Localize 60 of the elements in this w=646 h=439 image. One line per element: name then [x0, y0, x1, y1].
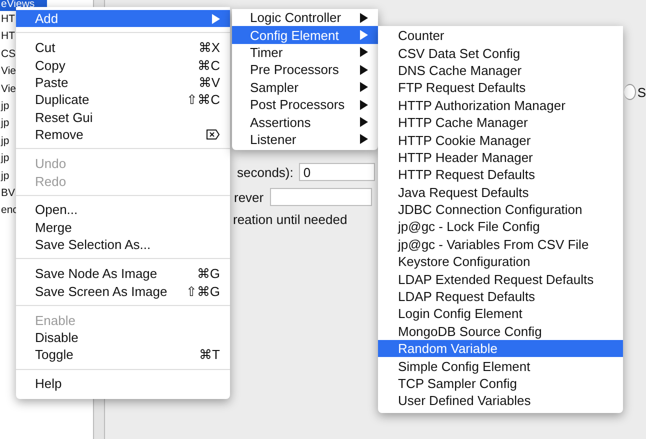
menu-item[interactable]: LDAP Extended Request Defaults [378, 270, 623, 288]
menu-item[interactable]: DNS Cache Manager [378, 62, 623, 80]
menu-item[interactable]: jp@gc - Variables From CSV File [378, 236, 623, 254]
menu-item[interactable]: Remove [16, 126, 230, 144]
menu-item[interactable]: Merge [16, 218, 230, 236]
field-label: seconds): [237, 164, 294, 180]
field-label: rever [234, 190, 264, 204]
menu-item[interactable]: Timer [232, 44, 378, 62]
menu-item[interactable]: Keystore Configuration [378, 253, 623, 270]
menu-item[interactable]: Random Variable [378, 340, 623, 358]
submenu-arrow-icon [360, 30, 368, 40]
menu-item[interactable]: Duplicate ⇧⌘C [16, 91, 230, 109]
submenu-arrow-icon [360, 12, 368, 23]
menu-item[interactable]: Post Processors [232, 96, 378, 114]
menu-item[interactable]: Save Selection As... [16, 236, 230, 254]
menu-item[interactable]: LDAP Request Defaults [378, 288, 623, 306]
menu-item[interactable]: Cut ⌘X [16, 38, 230, 56]
submenu-arrow-icon [360, 100, 368, 110]
menu-item[interactable]: HTTP Header Manager [378, 148, 623, 166]
menu-item[interactable]: Add [16, 10, 230, 28]
menu-item[interactable]: Reset Gui [16, 108, 230, 126]
submenu-arrow-icon [360, 134, 368, 144]
menu-item[interactable]: MongoDB Source Config [378, 322, 623, 340]
menu-item[interactable]: Help [16, 375, 230, 393]
menu-item[interactable]: Save Node As Image ⌘G [16, 265, 230, 282]
menu-item[interactable]: Java Request Defaults [378, 184, 623, 201]
menu-item[interactable]: HTTP Cache Manager [378, 114, 623, 132]
menu-item[interactable]: HTTP Authorization Manager [378, 96, 623, 114]
menu-item[interactable]: Disable [16, 328, 230, 346]
menu-item[interactable]: Listener [232, 130, 378, 148]
radio-label: S [637, 84, 646, 100]
menu-item[interactable]: TCP Sampler Config [378, 374, 623, 392]
menu-item[interactable]: Sampler [232, 78, 378, 96]
menu-item[interactable]: CSV Data Set Config [378, 44, 623, 62]
menu-item[interactable]: Pre Processors [232, 61, 378, 79]
submenu-arrow-icon [360, 64, 368, 75]
menu-item[interactable]: Paste ⌘V [16, 74, 230, 92]
seconds-field[interactable]: 0 [299, 163, 376, 181]
menu-item[interactable]: HTTP Request Defaults [378, 166, 623, 184]
menu-item[interactable]: Save Screen As Image ⇧⌘G [16, 282, 230, 300]
menu-item[interactable]: jp@gc - Lock File Config [378, 218, 623, 236]
loop-count-field[interactable] [270, 188, 372, 206]
radio-button[interactable] [624, 84, 636, 100]
menu-item[interactable]: Logic Controller [232, 9, 378, 26]
menu-item[interactable]: HTTP Cookie Manager [378, 131, 623, 149]
menu-item[interactable]: Open... [16, 201, 230, 219]
submenu-arrow-icon [360, 82, 368, 92]
menu-item[interactable]: Copy ⌘C [16, 56, 230, 74]
menu-item[interactable]: Counter [378, 27, 623, 44]
menu-item[interactable]: Assertions [232, 113, 378, 131]
menu-item[interactable]: User Defined Variables [378, 392, 623, 410]
menu-item[interactable]: Toggle ⌘T [16, 346, 230, 364]
menu-item[interactable]: Config Element [232, 26, 378, 44]
submenu-arrow-icon [360, 47, 368, 58]
menu-item[interactable]: FTP Request Defaults [378, 79, 623, 97]
menu-item[interactable]: Simple Config Element [378, 357, 623, 375]
menu-item[interactable]: JDBC Connection Configuration [378, 200, 623, 218]
option-label: reation until needed [233, 212, 348, 227]
menu-item[interactable]: Login Config Element [378, 305, 623, 323]
submenu-arrow-icon [360, 117, 368, 128]
